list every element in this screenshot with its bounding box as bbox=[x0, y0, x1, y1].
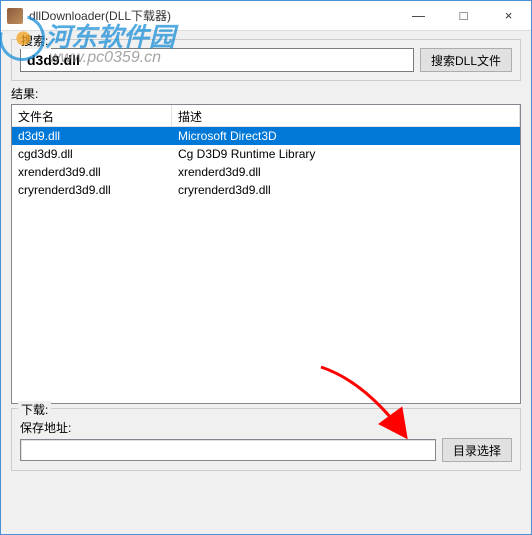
table-row[interactable]: cgd3d9.dllCg D3D9 Runtime Library bbox=[12, 145, 520, 163]
results-label: 结果: bbox=[11, 85, 521, 102]
browse-button[interactable]: 目录选择 bbox=[442, 438, 512, 462]
list-header: 文件名 描述 bbox=[12, 105, 520, 127]
save-path-field[interactable] bbox=[20, 439, 436, 461]
titlebar[interactable]: dllDownloader(DLL下载器) — □ × bbox=[1, 1, 531, 31]
table-row[interactable]: cryrenderd3d9.dllcryrenderd3d9.dll bbox=[12, 181, 520, 199]
app-icon bbox=[7, 8, 23, 24]
cell-filename: xrenderd3d9.dll bbox=[12, 164, 172, 180]
save-path-label: 保存地址: bbox=[20, 419, 512, 436]
search-group: 搜索: 搜索DLL文件 bbox=[11, 39, 521, 81]
cell-filename: d3d9.dll bbox=[12, 128, 172, 144]
minimize-button[interactable]: — bbox=[396, 2, 441, 30]
cell-desc: Microsoft Direct3D bbox=[172, 128, 520, 144]
window-title: dllDownloader(DLL下载器) bbox=[29, 7, 396, 24]
col-filename-header[interactable]: 文件名 bbox=[12, 105, 172, 126]
cell-desc: xrenderd3d9.dll bbox=[172, 164, 520, 180]
search-input[interactable] bbox=[20, 48, 414, 72]
cell-filename: cgd3d9.dll bbox=[12, 146, 172, 162]
results-list[interactable]: 文件名 描述 d3d9.dllMicrosoft Direct3Dcgd3d9.… bbox=[11, 104, 521, 404]
maximize-button[interactable]: □ bbox=[441, 2, 486, 30]
cell-desc: cryrenderd3d9.dll bbox=[172, 182, 520, 198]
search-button[interactable]: 搜索DLL文件 bbox=[420, 48, 512, 72]
app-window: dllDownloader(DLL下载器) — □ × 搜索: 搜索DLL文件 … bbox=[0, 0, 532, 535]
download-group-label: 下载: bbox=[18, 401, 51, 418]
table-row[interactable]: d3d9.dllMicrosoft Direct3D bbox=[12, 127, 520, 145]
table-row[interactable]: xrenderd3d9.dllxrenderd3d9.dll bbox=[12, 163, 520, 181]
cell-desc: Cg D3D9 Runtime Library bbox=[172, 146, 520, 162]
results-group: 结果: 文件名 描述 d3d9.dllMicrosoft Direct3Dcgd… bbox=[11, 85, 521, 404]
col-desc-header[interactable]: 描述 bbox=[172, 105, 520, 126]
close-button[interactable]: × bbox=[486, 2, 531, 30]
content-area: 搜索: 搜索DLL文件 结果: 文件名 描述 d3d9.dllMicrosoft… bbox=[5, 31, 527, 530]
cell-filename: cryrenderd3d9.dll bbox=[12, 182, 172, 198]
search-group-label: 搜索: bbox=[18, 32, 51, 49]
download-group: 下载: 保存地址: 目录选择 bbox=[11, 408, 521, 471]
